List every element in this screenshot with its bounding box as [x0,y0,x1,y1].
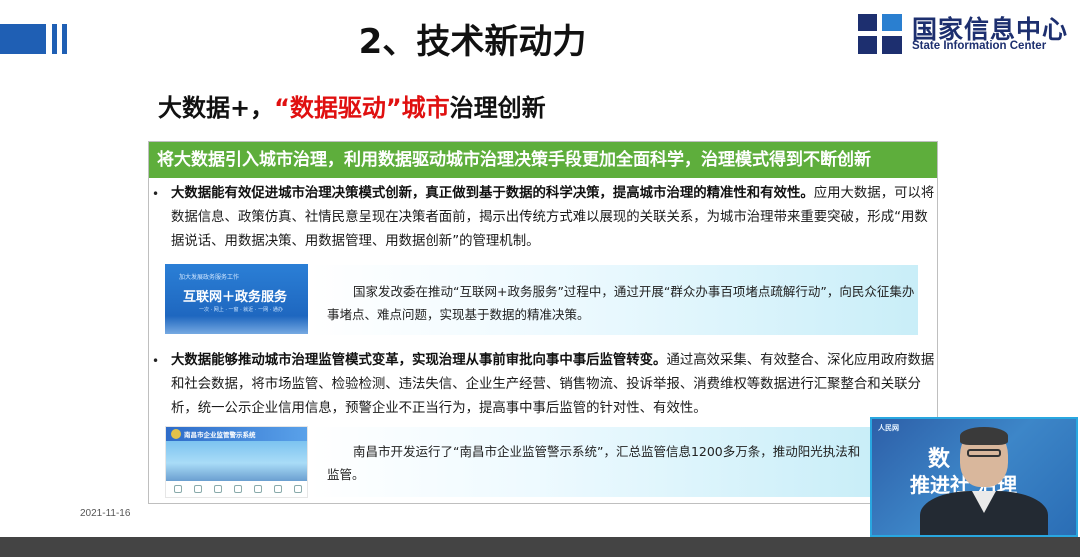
player-bottom-bar [0,537,1080,557]
speaker-glasses [967,449,1001,457]
webcam-overlay: 人民网 数 推进社 治理 [870,417,1078,537]
section-banner: 将大数据引入城市治理，利用数据驱动城市治理决策手段更加全面科学，治理模式得到不断… [149,142,937,178]
case-description: 南昌市开发运行了“南昌市企业监管警示系统”，汇总监管信息1200多万条，推动阳光… [327,444,861,482]
internet-plus-government-thumbnail: 加大发展政务服务工作 互联网＋政务服务 一次 · 网上 · 一窗 · 就近 · … [165,264,308,334]
case-description: 国家发改委在推动“互联网+政务服务”过程中，通过开展“群众办事百项堵点疏解行动”… [327,284,915,322]
slide-subtitle: 大数据+，“数据驱动”城市治理创新 [158,88,546,123]
app-icon [194,485,202,493]
bullet-paragraph: 大数据能有效促进城市治理决策模式创新，真正做到基于数据的科学决策，提高城市治理的… [171,182,936,254]
nanchang-supervision-system-thumbnail: 南昌市企业监管警示系统 [165,426,308,498]
thumbnail-caption: 一次 · 网上 · 一窗 · 就近 · 一网 · 通办 [199,307,283,313]
broadcaster-logo: 人民网 [878,424,899,432]
app-icon [294,485,302,493]
slide-title: 2、技术新动力 [358,22,587,62]
skyline-image [165,316,308,334]
slide-date: 2021-11-16 [80,508,131,519]
state-information-center-logo-icon [858,14,902,54]
bullet-paragraph: 大数据能够推动城市治理监管模式变革，实现治理从事前审批向事中事后监管转变。通过高… [171,349,936,421]
bullet-marker: • [152,354,160,368]
city-scene-image [166,441,307,481]
logo-english-name: State Information Center [912,40,1047,52]
thumbnail-caption: 加大发展政务服务工作 [179,274,240,281]
app-icon [174,485,182,493]
bullet-marker: • [152,187,160,201]
app-icon [214,485,222,493]
subtitle-part: 治理创新 [449,94,546,122]
app-icon [274,485,282,493]
thumbnail-title: 互联网＋政务服务 [183,290,288,305]
emblem-icon [171,429,181,439]
subtitle-highlight: “数据驱动”城市 [274,94,450,122]
thumbnail-icon-row [174,485,302,495]
bullet-lead: 大数据能有效促进城市治理决策模式创新，真正做到基于数据的科学决策，提高城市治理的… [171,186,814,201]
app-icon [234,485,242,493]
subtitle-part: 大数据+， [158,94,275,122]
bullet-lead: 大数据能够推动城市治理监管模式变革，实现治理从事前审批向事中事后监管转变。 [171,353,667,368]
speaker-hair [960,427,1008,445]
thumbnail-title: 南昌市企业监管警示系统 [184,431,256,439]
app-icon [254,485,262,493]
